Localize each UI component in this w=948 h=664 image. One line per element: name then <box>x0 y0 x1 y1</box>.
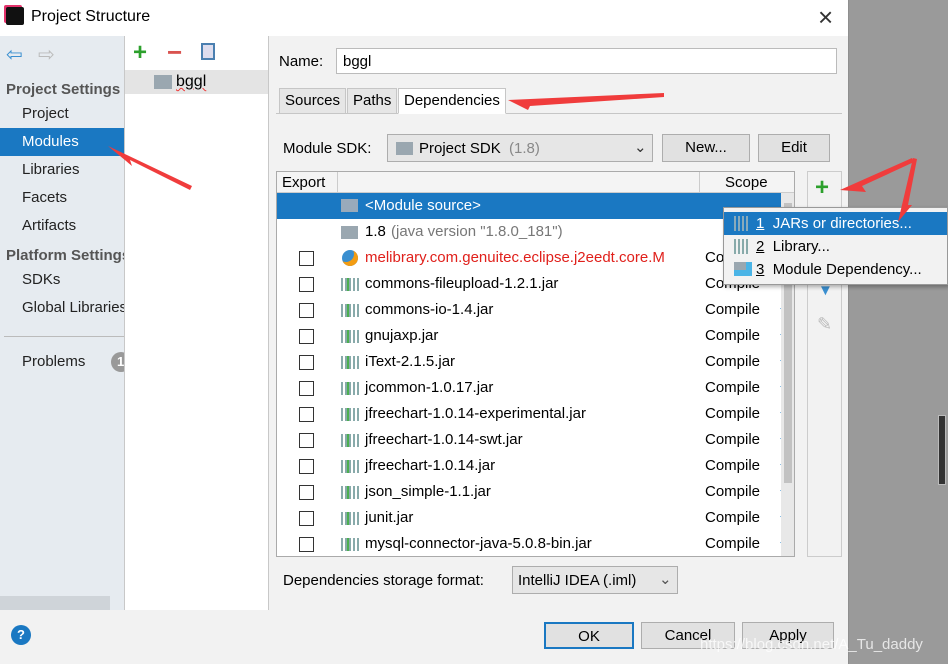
watermark: https://blog.csdn.net/A_Tu_daddy <box>700 636 923 653</box>
arrow-to-add-button <box>840 158 914 192</box>
arrow-to-dependencies <box>508 93 664 110</box>
annotation-arrows <box>108 93 917 222</box>
arrow-to-modules <box>108 146 192 190</box>
